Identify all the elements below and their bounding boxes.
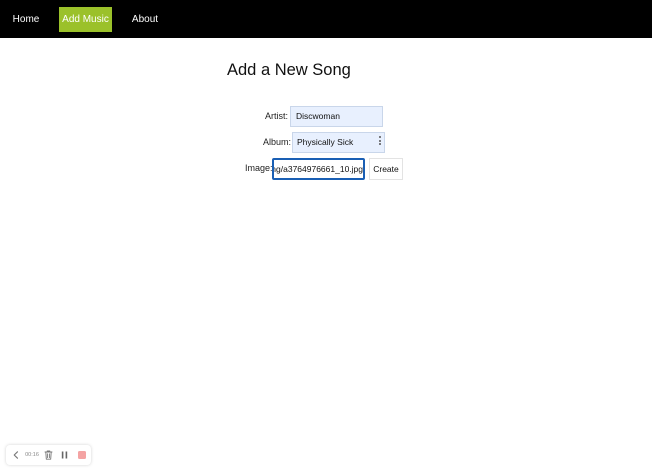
album-label: Album: [263,137,292,147]
image-label: Image: [245,163,273,173]
page-title: Add a New Song [227,61,351,79]
stop-icon[interactable] [77,445,87,465]
album-input-value: Physically Sick [297,137,354,147]
album-input[interactable]: Physically Sick [292,132,385,153]
recording-time: 00:16 [25,452,39,458]
artist-label: Artist: [265,111,289,121]
image-url-value: ng/a3764976661_10.jpg [272,164,363,174]
artist-input[interactable]: Discwoman [290,106,383,127]
navbar: Home Add Music About [0,0,652,38]
nav-add-music-link[interactable]: Add Music [59,7,112,32]
create-button[interactable]: Create [369,158,403,180]
trash-icon[interactable] [42,445,54,465]
autofill-options-icon[interactable] [379,136,381,147]
nav-about-link[interactable]: About [128,7,162,32]
pause-icon[interactable] [59,445,69,465]
nav-home-link[interactable]: Home [6,7,46,32]
chevron-left-icon[interactable] [11,445,21,465]
recording-controls: 00:16 [6,445,91,465]
image-url-input[interactable]: ng/a3764976661_10.jpg [272,158,365,180]
